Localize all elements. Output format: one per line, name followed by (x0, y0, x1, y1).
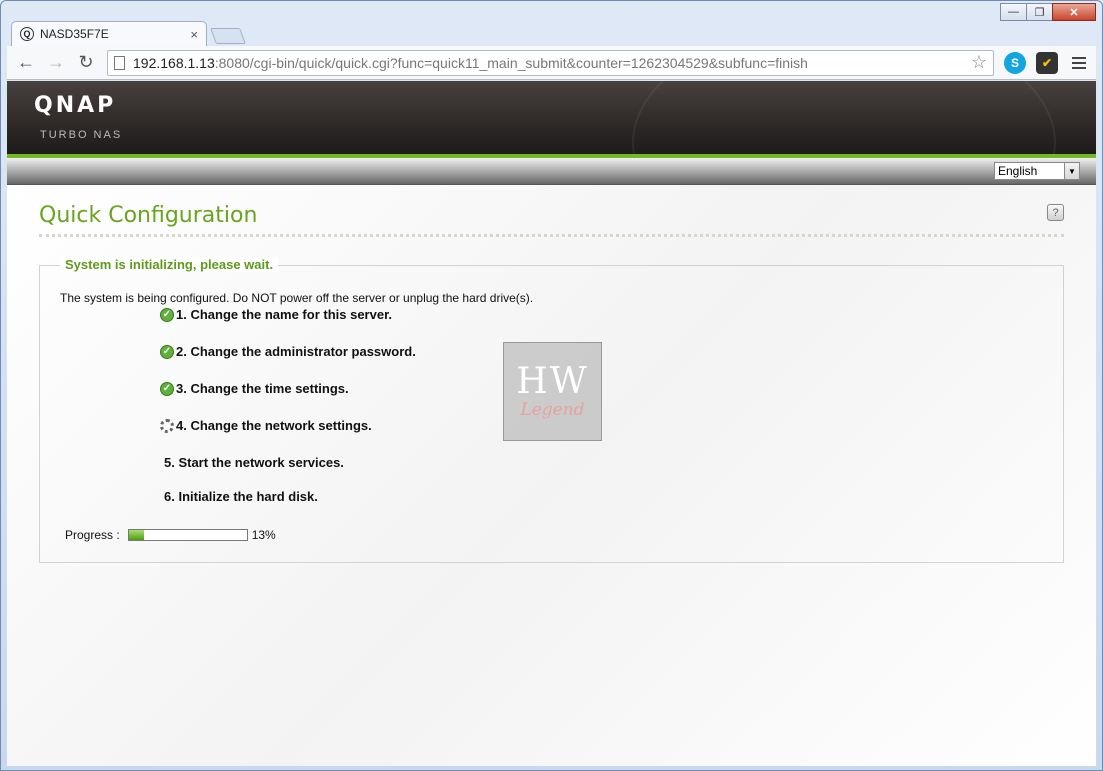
step-1: ✓ 1. Change the name for this server. (160, 307, 392, 322)
maximize-button[interactable]: ❐ (1026, 3, 1053, 21)
back-button[interactable]: ← (13, 50, 39, 76)
browser-toolbar: ← → ↻ 192.168.1.13:8080/cgi-bin/quick/qu… (7, 46, 1096, 80)
watermark-top: HW (516, 360, 589, 402)
check-icon: ✓ (160, 344, 174, 359)
address-bar[interactable]: 192.168.1.13:8080/cgi-bin/quick/quick.cg… (107, 49, 994, 76)
checker-extension-icon[interactable]: ✔ (1036, 51, 1058, 74)
step-6: 6. Initialize the hard disk. (164, 489, 318, 504)
step-3: ✓ 3. Change the time settings. (160, 381, 349, 396)
qnap-logo: QNAP (34, 93, 117, 118)
step-label: 5. Start the network services. (164, 455, 344, 470)
progress-label: Progress : (65, 528, 120, 542)
page-viewport: QNAP TURBO NAS English ▼ Quick Configura… (7, 81, 1096, 766)
step-label: 1. Change the name for this server. (176, 307, 393, 322)
page-title: Quick Configuration (39, 203, 258, 228)
step-5: 5. Start the network services. (164, 455, 344, 470)
bookmark-star-icon[interactable]: ☆ (971, 52, 987, 73)
language-selected: English (998, 164, 1038, 178)
page-icon (114, 55, 125, 70)
progress-percent: 13% (251, 528, 276, 542)
check-icon: ✓ (160, 307, 174, 322)
tab-close-icon[interactable]: × (190, 27, 198, 42)
step-label: 3. Change the time settings. (176, 381, 349, 396)
step-label: 6. Initialize the hard disk. (164, 489, 318, 504)
tab-bar: Q NASD35F7E × (11, 21, 246, 46)
browser-window: — ❐ ✕ Q NASD35F7E × ← → ↻ 192.168.1.13:8… (0, 0, 1103, 771)
reload-button[interactable]: ↻ (73, 50, 99, 76)
loading-spinner-icon (160, 418, 174, 433)
new-tab-button[interactable] (210, 28, 246, 44)
browser-menu-icon[interactable] (1068, 56, 1090, 69)
notice-text: The system is being configured. Do NOT p… (60, 291, 534, 305)
progress-row: Progress : 13% (65, 528, 276, 542)
progress-bar (127, 529, 248, 541)
help-icon[interactable]: ? (1047, 204, 1064, 221)
skype-extension-icon[interactable]: S (1004, 51, 1026, 74)
title-divider (39, 234, 1064, 237)
tab-nasd35f7e[interactable]: Q NASD35F7E × (11, 21, 207, 46)
main-content: Quick Configuration ? System is initiali… (7, 185, 1096, 766)
close-window-button[interactable]: ✕ (1052, 3, 1096, 21)
step-2: ✓ 2. Change the administrator password. (160, 344, 416, 359)
qnap-subtitle: TURBO NAS (40, 129, 123, 141)
tab-title: NASD35F7E (40, 27, 109, 41)
qnap-header: QNAP TURBO NAS (7, 81, 1096, 154)
step-label: 4. Change the network settings. (176, 418, 372, 433)
step-4: 4. Change the network settings. (160, 418, 372, 433)
minimize-button[interactable]: — (1000, 3, 1027, 21)
language-select[interactable]: English ▼ (994, 162, 1080, 180)
qnap-favicon-icon: Q (20, 27, 34, 41)
url-path: :8080/cgi-bin/quick/quick.cgi?func=quick… (214, 54, 808, 71)
step-label: 2. Change the administrator password. (176, 344, 416, 359)
progress-fill (128, 530, 145, 540)
chevron-down-icon: ▼ (1064, 163, 1079, 179)
forward-button[interactable]: → (43, 50, 69, 76)
url-host: 192.168.1.13 (133, 54, 215, 71)
language-bar: English ▼ (7, 158, 1096, 185)
watermark-bottom: Legend (520, 399, 585, 420)
section-title: System is initializing, please wait. (60, 257, 279, 272)
hwlegend-watermark: HW Legend (503, 342, 602, 441)
window-controls: — ❐ ✕ (1000, 3, 1096, 21)
check-icon: ✓ (160, 381, 174, 396)
